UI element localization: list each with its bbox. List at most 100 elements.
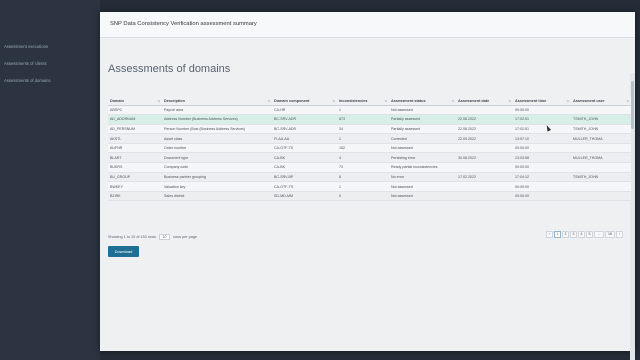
- table-row[interactable]: AUFNR Order number CA-GTF-TS 152 Not assesse…: [108, 143, 631, 154]
- table-cell: ABSPC: [108, 105, 162, 116]
- table-cell: TSMITH_JOHN: [571, 172, 631, 183]
- table-cell: 17:02:51: [513, 114, 571, 125]
- table-row[interactable]: BLART Document type CA-BK 4 Persisting error…: [108, 152, 631, 164]
- table-cell: BLART: [108, 152, 162, 164]
- table-cell: Persisting error: [389, 152, 456, 164]
- table-row[interactable]: BWKEY Valuation key CA-GTF-TS 1 Not assessed…: [108, 181, 631, 192]
- table-cell: Sales district: [162, 191, 272, 202]
- modal-title: SNP Data Consistency Verification assess…: [110, 21, 257, 27]
- sidebar-item-assessment-executions[interactable]: Assessment executions: [4, 44, 48, 49]
- table-row[interactable]: ABSPC Payroll area CA-HR 1 Not assessed 00:00…: [108, 105, 631, 116]
- pagination-page-button[interactable]: 16: [605, 231, 615, 238]
- table-cell: BC-SRV-ADR: [272, 124, 337, 135]
- table-cell: [571, 191, 631, 202]
- page-title: Assessments of domains: [108, 63, 231, 75]
- table-row[interactable]: AD_ADDRNUM Address Number (Business Addre…: [108, 114, 631, 125]
- table-cell: 1: [337, 181, 389, 192]
- domains-table: Domain ⇅ Description ⇅ Domain component ⇅ I…: [108, 97, 631, 202]
- table-row[interactable]: BU_GROUP Business partner grouping BC-SRV-…: [108, 172, 631, 183]
- pagination-page-button[interactable]: 5: [586, 231, 593, 238]
- table-cell: CA-GTF-TS: [272, 181, 337, 192]
- table-cell: 00:00:00: [513, 191, 571, 202]
- column-header-assessment-user[interactable]: Assessment user ⇅: [571, 97, 631, 106]
- sidebar-item-assessments-of-domains[interactable]: Assessments of domains: [4, 78, 51, 83]
- table-cell: BUKRS: [108, 162, 162, 173]
- pagination-page-button[interactable]: 4: [578, 231, 585, 238]
- table-cell: Business partner grouping: [162, 172, 272, 183]
- table-cell: MULLER_THOMA: [571, 133, 631, 144]
- table-cell: CA-BK: [272, 162, 337, 173]
- table-cell: BC-SRV-ADR: [272, 114, 337, 125]
- table-cell: AKSTL: [108, 133, 162, 144]
- table-cell: 22.09.2022: [456, 133, 513, 144]
- sort-icon: ⇅: [332, 99, 335, 103]
- table-cell: No error: [389, 172, 456, 183]
- sidebar: Assessment executions Assessments of cli…: [0, 0, 100, 360]
- table-cell: 4: [337, 152, 389, 164]
- table-cell: 17:02:51: [513, 124, 571, 135]
- column-header-domain-component[interactable]: Domain component ⇅: [272, 97, 337, 106]
- table-cell: [571, 143, 631, 154]
- pagination-page-button[interactable]: ...: [594, 231, 604, 238]
- table-cell: 73: [337, 162, 389, 173]
- table-cell: 17.02.2022: [456, 172, 513, 183]
- pagination-next-button[interactable]: ›: [616, 231, 623, 238]
- pagination-page-button[interactable]: 3: [570, 231, 577, 238]
- rows-per-page-select[interactable]: 10: [158, 234, 170, 240]
- table-cell: [456, 143, 513, 154]
- table-row[interactable]: BUKRS Company code CA-BK 73 Ready partial in…: [108, 162, 631, 173]
- table-cell: Corrected: [389, 133, 456, 144]
- table-cell: Asset class: [162, 133, 272, 144]
- column-header-assessment-date[interactable]: Assessment date ⇅: [456, 97, 513, 106]
- table-cell: Partially assessed: [389, 114, 456, 125]
- rows-per-page-label: rows per page: [173, 235, 198, 239]
- column-header-inconsistencies[interactable]: Inconsistencies ⇅: [337, 97, 389, 106]
- table-cell: 873: [337, 114, 389, 125]
- table-cell: [456, 162, 513, 173]
- table-cell: Company code: [162, 162, 272, 173]
- table-cell: BC-SRV-BP: [272, 172, 337, 183]
- table-cell: 00:00:00: [513, 143, 571, 154]
- table-cell: [456, 181, 513, 192]
- table-cell: 22.08.2022: [456, 124, 513, 135]
- table-cell: MULLER_THOMA: [571, 152, 631, 164]
- table-row[interactable]: AD_PERSNUM Person Number (Busi (Business …: [108, 124, 631, 135]
- pagination-prev-button[interactable]: ‹: [546, 231, 553, 238]
- table-cell: CA-HR: [272, 105, 337, 116]
- column-header-assessment-status[interactable]: Assessment status ⇅: [389, 97, 456, 106]
- sort-icon: ⇅: [451, 99, 454, 103]
- table-cell: 13:03:58: [513, 152, 571, 164]
- table-cell: Not assessed: [389, 143, 456, 154]
- table-cell: CA-BK: [272, 152, 337, 164]
- column-header-domain[interactable]: Domain ⇅: [108, 97, 162, 106]
- pagination-page-button[interactable]: 1: [554, 231, 561, 238]
- table-row[interactable]: AKSTL Asset class FI-AA-AA 1 Corrected 22.09.…: [108, 133, 631, 144]
- table-cell: 152: [337, 143, 389, 154]
- table-cell: BU_GROUP: [108, 172, 162, 183]
- table-cell: [456, 105, 513, 116]
- table-cell: [571, 105, 631, 116]
- table-cell: [456, 191, 513, 202]
- table-cell: [571, 181, 631, 192]
- modal-header: SNP Data Consistency Verification assess…: [100, 12, 635, 38]
- table-cell: 17:04:12: [513, 172, 571, 183]
- sidebar-item-assessments-of-clients[interactable]: Assessments of clients: [4, 61, 47, 66]
- table-footer-info: Showing 1 to 10 of 152 rows 10 rows per …: [108, 234, 197, 240]
- table-cell: 00:00:00: [513, 181, 571, 192]
- pagination: ‹ 1 2 3 4 5... 16 ›: [546, 231, 624, 239]
- table-cell: 13:57:10: [513, 133, 571, 144]
- sort-icon: ⇅: [267, 99, 270, 103]
- scrollbar-thumb[interactable]: [631, 81, 634, 129]
- table-cell: 8: [337, 172, 389, 183]
- table-cell: Not assessed: [389, 191, 456, 202]
- sort-icon: ⇅: [508, 99, 511, 103]
- table-cell: Document type: [162, 152, 272, 164]
- column-header-assessment-time[interactable]: Assessment time ⇅: [513, 97, 571, 106]
- table-row[interactable]: BZIRK Sales district SD-MD-MM 0 Not assessed…: [108, 191, 631, 202]
- column-header-description[interactable]: Description ⇅: [162, 97, 272, 106]
- table-cell: [571, 162, 631, 173]
- sort-icon: ⇅: [626, 99, 629, 103]
- pagination-page-button[interactable]: 2: [562, 231, 569, 238]
- table-cell: BZIRK: [108, 191, 162, 202]
- download-button[interactable]: Download: [108, 246, 139, 257]
